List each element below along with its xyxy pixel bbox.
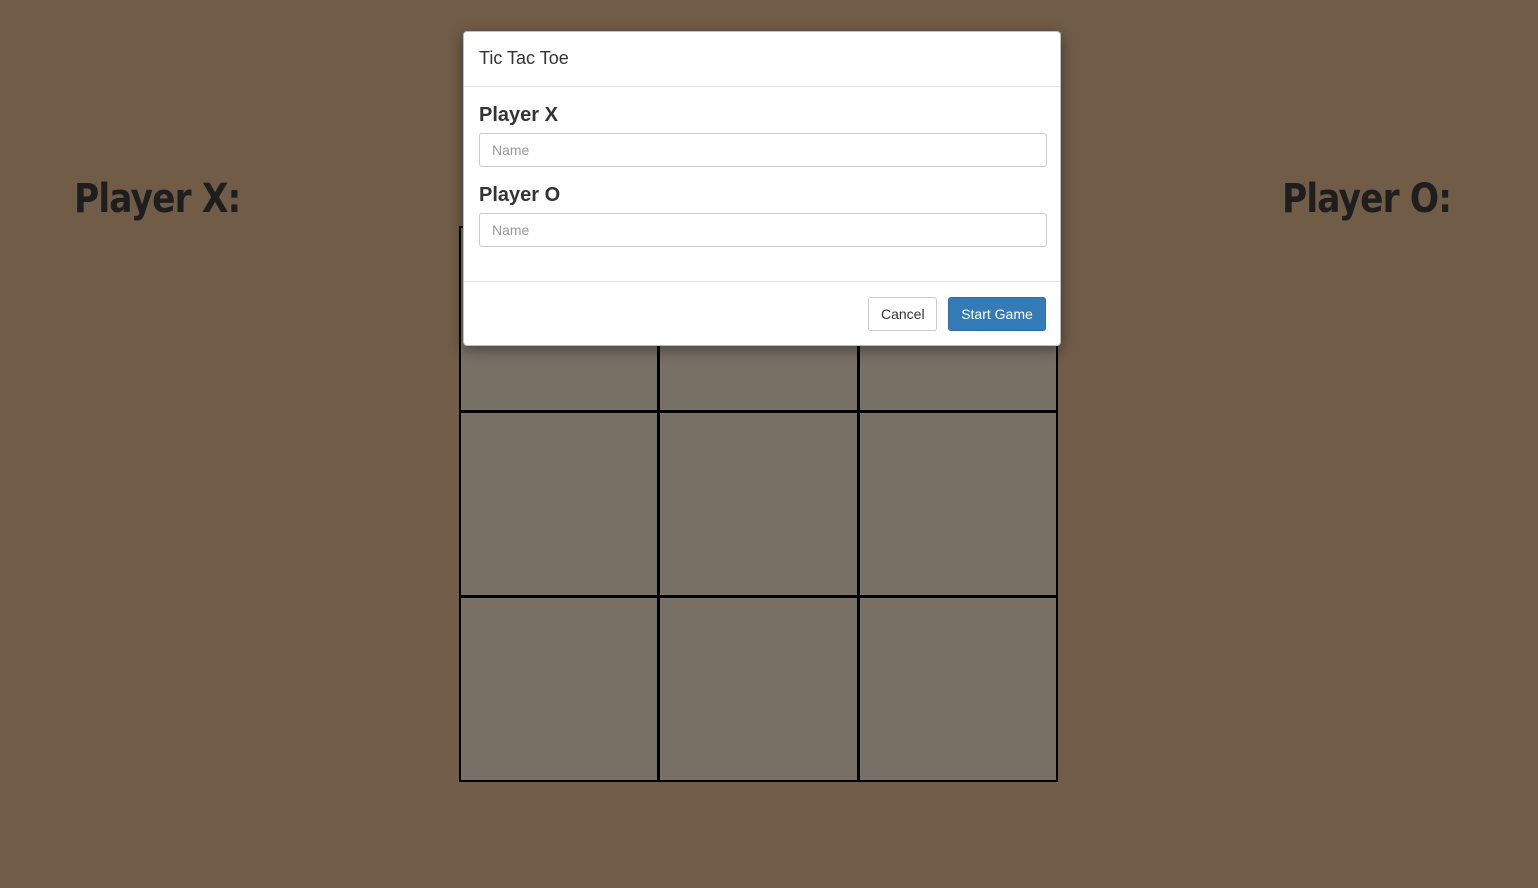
player-x-label: Player X (479, 104, 558, 126)
player-setup-dialog: Tic Tac Toe Player X Player O Cancel Sta… (463, 31, 1061, 346)
player-o-label: Player O (479, 184, 561, 206)
player-x-name-input[interactable] (479, 133, 1047, 167)
dialog-body: Player X Player O (464, 87, 1060, 282)
start-game-button[interactable]: Start Game (948, 297, 1046, 331)
dialog-header: Tic Tac Toe (464, 32, 1060, 87)
player-o-name-input[interactable] (479, 213, 1047, 247)
dialog-title: Tic Tac Toe (479, 48, 569, 68)
cancel-button[interactable]: Cancel (868, 297, 937, 331)
dialog-footer: Cancel Start Game (464, 282, 1060, 345)
